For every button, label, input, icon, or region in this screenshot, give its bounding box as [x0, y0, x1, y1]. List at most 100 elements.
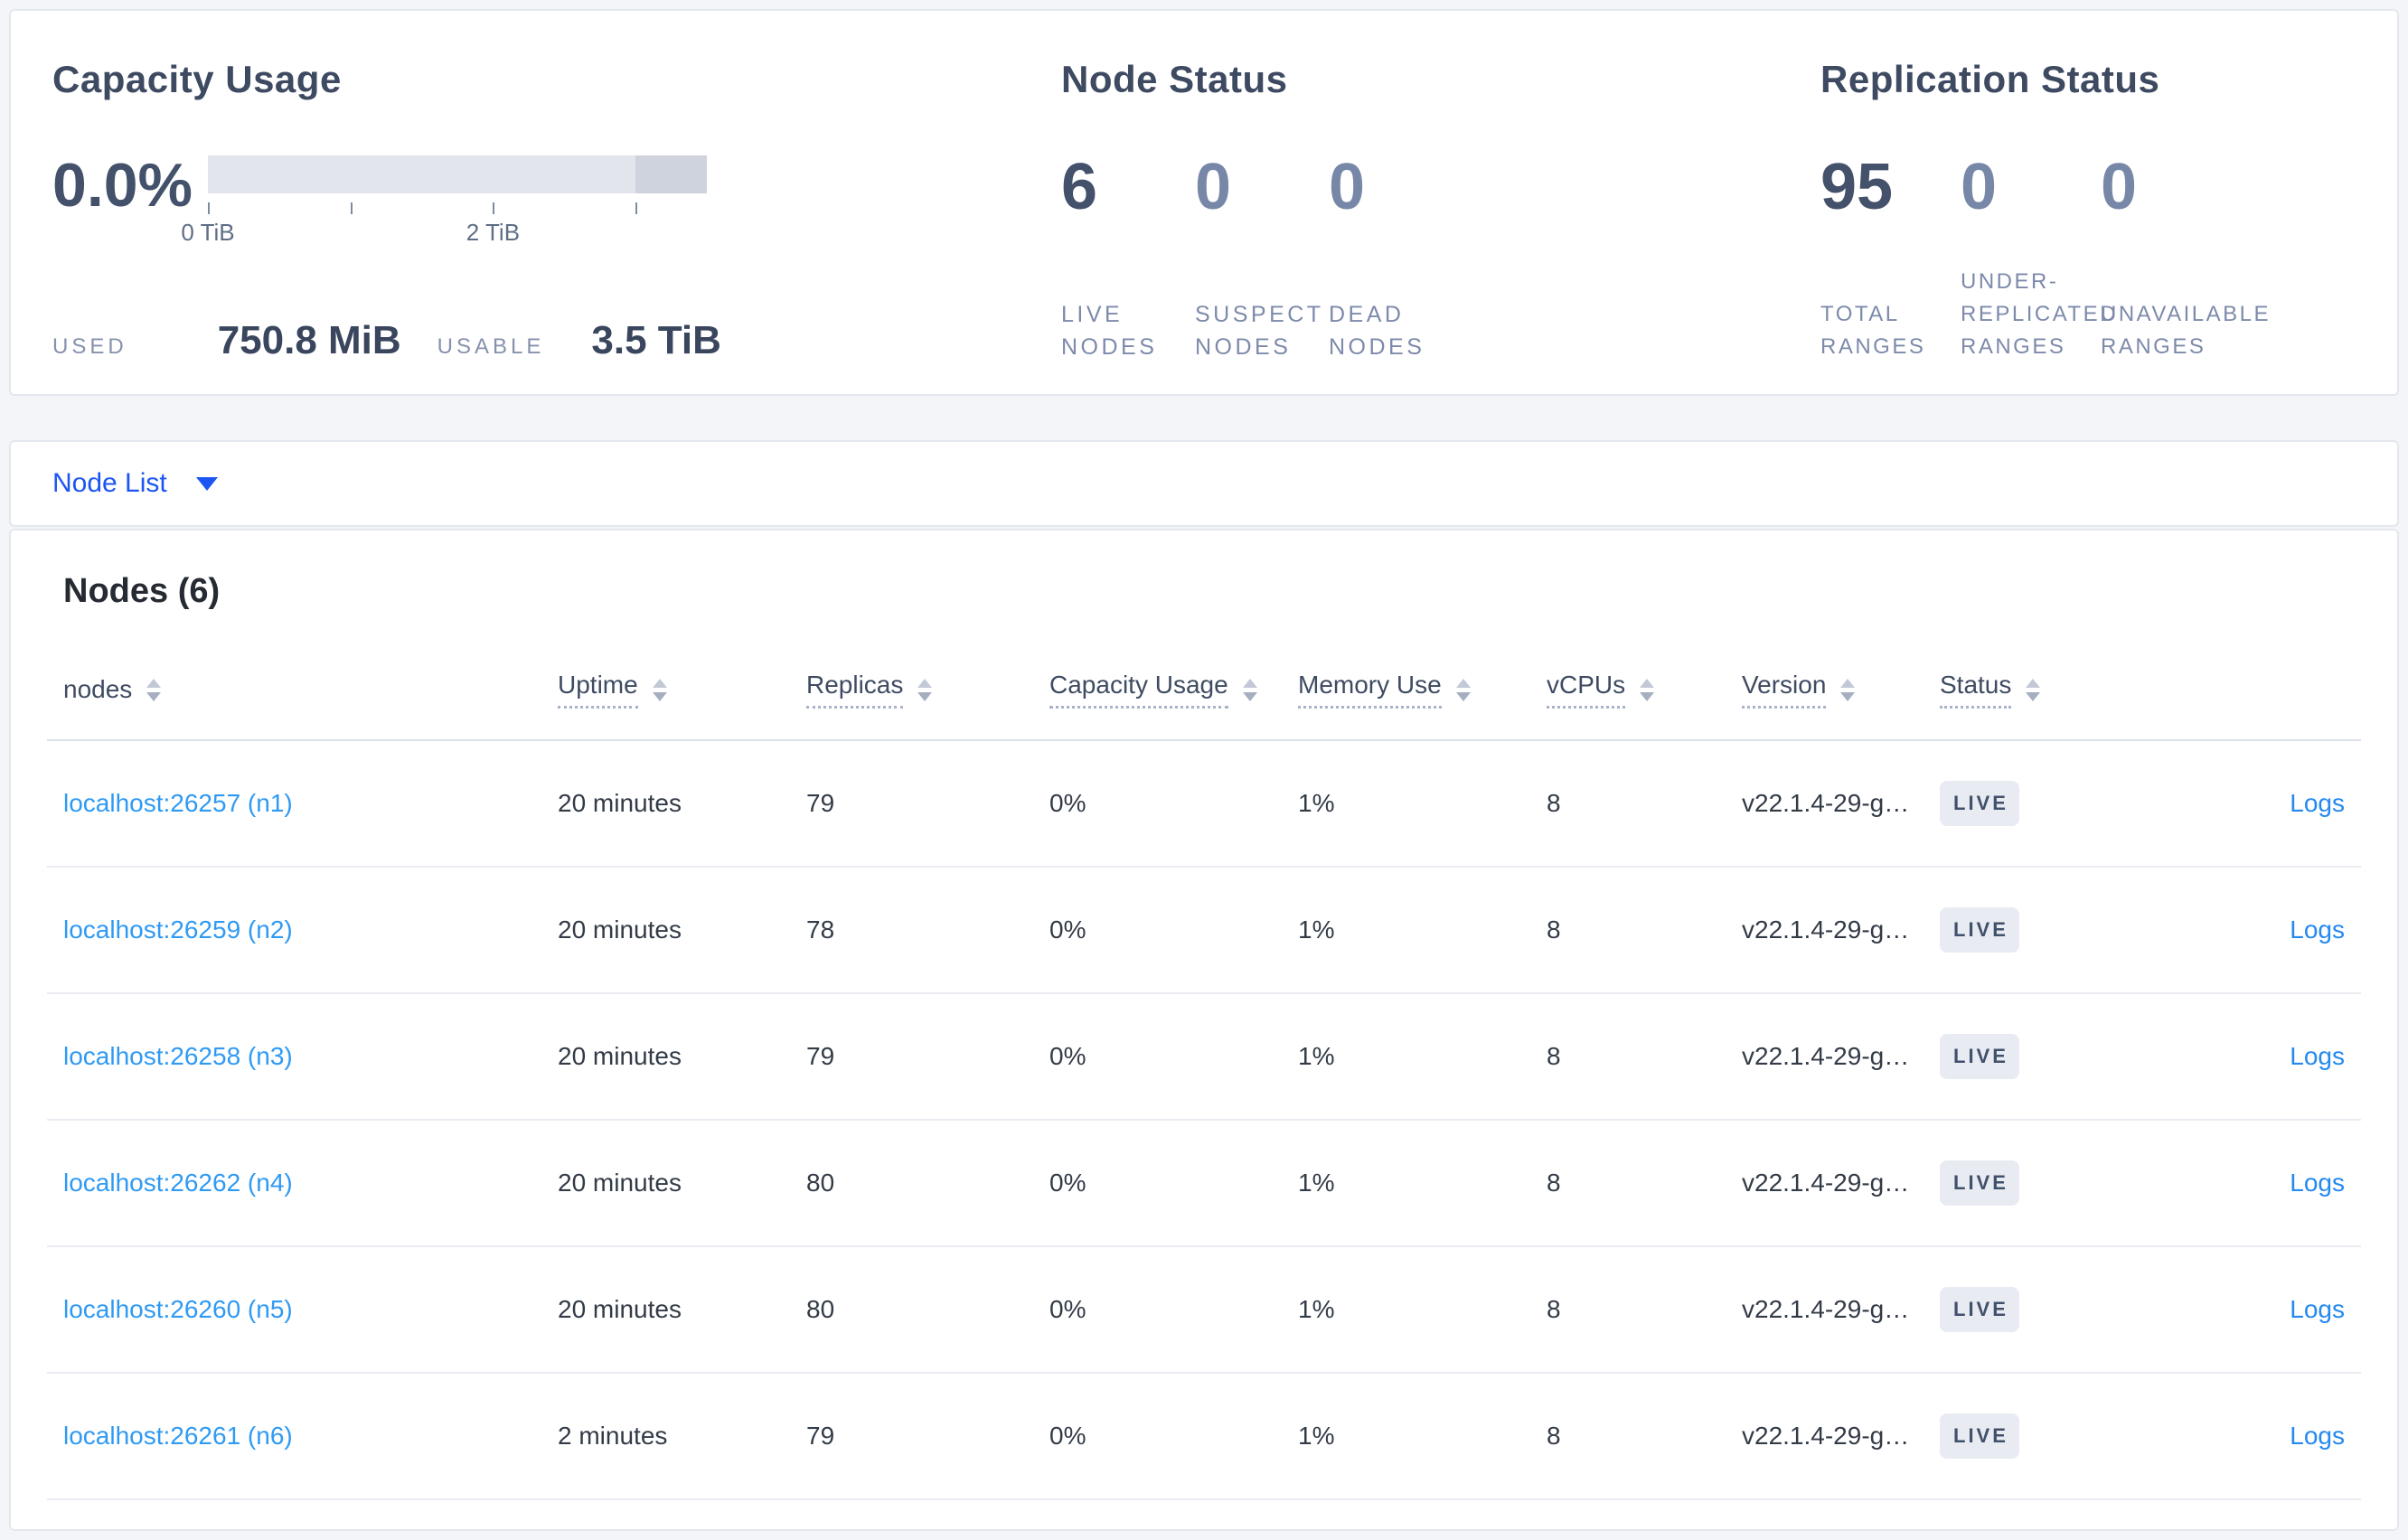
column-header[interactable]: Status [1940, 671, 2134, 709]
axis-tick [493, 202, 495, 214]
summary-stat: 0 SUSPECT NODES [1195, 154, 1329, 363]
node-link[interactable]: localhost:26262 (n4) [63, 1169, 293, 1197]
summary-stat: 6 LIVE NODES [1061, 154, 1195, 363]
logs-link[interactable]: Logs [2290, 789, 2345, 817]
node-list-dropdown[interactable]: Node List [52, 468, 218, 499]
node-link[interactable]: localhost:26259 (n2) [63, 916, 293, 944]
column-header[interactable]: Version [1742, 671, 1940, 709]
memory-use-cell: 1% [1298, 1422, 1335, 1450]
table-row: localhost:26261 (n6) 2 minutes 79 0% 1% … [47, 1374, 2361, 1500]
table-body: localhost:26257 (n1) 20 minutes 79 0% 1%… [47, 741, 2361, 1500]
capacity-bar-chart: 0 TiB 2 TiB [181, 154, 707, 248]
uptime-cell: 20 minutes [558, 1295, 682, 1323]
sort-icon[interactable] [1242, 678, 1257, 701]
logs-link[interactable]: Logs [2290, 1169, 2345, 1197]
capacity-usage-cell: 0% [1049, 1169, 1086, 1197]
stat-value: 0 [1195, 151, 1232, 223]
column-header[interactable]: Replicas [806, 671, 1049, 709]
vcpus-cell: 8 [1547, 916, 1561, 944]
replicas-cell: 78 [806, 916, 835, 944]
summary-card: Capacity Usage 0.0% 0 TiB 2 TiB USED 750.… [9, 9, 2399, 396]
sort-icon[interactable] [1455, 678, 1471, 701]
sort-icon[interactable] [1840, 678, 1856, 701]
memory-use-cell: 1% [1298, 1042, 1335, 1070]
version-cell: v22.1.4-29-g… [1742, 916, 1910, 944]
node-link[interactable]: localhost:26261 (n6) [63, 1422, 293, 1450]
node-list-dropdown-label: Node List [52, 468, 167, 498]
node-link[interactable]: localhost:26257 (n1) [63, 789, 293, 817]
axis-tick [635, 202, 638, 214]
capacity-bar-reserved-segment [635, 155, 707, 193]
status-badge: LIVE [1940, 781, 2019, 826]
capacity-axis-ticks [208, 201, 707, 215]
vcpus-cell: 8 [1547, 1295, 1561, 1323]
replicas-cell: 79 [806, 1422, 835, 1450]
replicas-cell: 79 [806, 789, 835, 817]
vcpus-cell: 8 [1547, 1422, 1561, 1450]
summary-stat: 0 UNAVAILABLE RANGES [2101, 151, 2269, 363]
replication-status-section: Replication Status 95 TOTAL RANGES 0 UND… [1820, 56, 2397, 394]
sort-icon[interactable] [1640, 678, 1655, 701]
column-header-label: vCPUs [1547, 671, 1626, 709]
node-link[interactable]: localhost:26258 (n3) [63, 1042, 293, 1070]
nodes-table-title: Nodes (6) [63, 572, 221, 610]
capacity-usage-cell: 0% [1049, 1042, 1086, 1070]
capacity-usage-cell: 0% [1049, 789, 1086, 817]
column-header[interactable]: Memory Use [1298, 671, 1547, 709]
status-badge: LIVE [1940, 1287, 2019, 1332]
node-status-stats: 6 LIVE NODES 0 SUSPECT NODES 0 DEAD NODE… [1061, 154, 1820, 363]
used-value: 750.8 MiB [217, 318, 401, 362]
column-header-label: Version [1742, 671, 1827, 709]
column-header[interactable]: Capacity Usage [1049, 671, 1298, 709]
column-header-label: Status [1940, 671, 2012, 709]
status-badge: LIVE [1940, 1160, 2019, 1206]
logs-link[interactable]: Logs [2290, 1422, 2345, 1450]
version-cell: v22.1.4-29-g… [1742, 1042, 1910, 1070]
node-link[interactable]: localhost:26260 (n5) [63, 1295, 293, 1323]
sort-icon[interactable] [2026, 678, 2041, 701]
axis-tick-label: 2 TiB [466, 219, 521, 246]
sort-icon[interactable] [917, 678, 933, 701]
vcpus-cell: 8 [1547, 789, 1561, 817]
node-status-section: Node Status 6 LIVE NODES 0 SUSPECT NODES… [1061, 56, 1820, 394]
stat-label: DEAD NODES [1329, 302, 1425, 360]
memory-use-cell: 1% [1298, 789, 1335, 817]
capacity-usage-title: Capacity Usage [52, 58, 342, 100]
stat-label: TOTAL RANGES [1820, 302, 1926, 359]
axis-tick-label: 0 TiB [181, 219, 235, 246]
replicas-cell: 79 [806, 1042, 835, 1070]
capacity-axis-labels: 0 TiB 2 TiB [181, 219, 707, 248]
vcpus-cell: 8 [1547, 1042, 1561, 1070]
column-header[interactable]: nodes [63, 675, 558, 704]
replication-status-title: Replication Status [1820, 58, 2160, 100]
replicas-cell: 80 [806, 1169, 835, 1197]
sort-icon[interactable] [652, 678, 667, 701]
logs-link[interactable]: Logs [2290, 1042, 2345, 1070]
memory-use-cell: 1% [1298, 1169, 1335, 1197]
summary-stat: 95 TOTAL RANGES [1820, 154, 1961, 363]
summary-stat: 0 UNDER-REPLICATED RANGES [1961, 151, 2115, 363]
column-header-label: Replicas [806, 671, 904, 709]
table-row: localhost:26258 (n3) 20 minutes 79 0% 1%… [47, 994, 2361, 1121]
column-header[interactable]: Uptime [558, 671, 806, 709]
axis-tick [208, 202, 210, 214]
stat-value: 0 [2101, 151, 2138, 223]
column-header[interactable]: vCPUs [1547, 671, 1742, 709]
sort-icon[interactable] [146, 678, 162, 701]
stat-label: LIVE NODES [1061, 302, 1158, 360]
capacity-stats-row: USED 750.8 MiB USABLE 3.5 TiB [52, 318, 1061, 363]
memory-use-cell: 1% [1298, 916, 1335, 944]
column-header-label: Capacity Usage [1049, 671, 1228, 709]
capacity-usage-cell: 0% [1049, 1295, 1086, 1323]
stat-label: UNDER-REPLICATED RANGES [1961, 269, 2118, 359]
used-label: USED [52, 334, 127, 359]
uptime-cell: 20 minutes [558, 1042, 682, 1070]
stat-value: 0 [1961, 151, 1998, 223]
status-badge: LIVE [1940, 1034, 2019, 1079]
capacity-usage-cell: 0% [1049, 1422, 1086, 1450]
logs-link[interactable]: Logs [2290, 916, 2345, 944]
stat-label: SUSPECT NODES [1195, 302, 1324, 360]
chevron-down-icon [195, 476, 218, 491]
memory-use-cell: 1% [1298, 1295, 1335, 1323]
logs-link[interactable]: Logs [2290, 1295, 2345, 1323]
